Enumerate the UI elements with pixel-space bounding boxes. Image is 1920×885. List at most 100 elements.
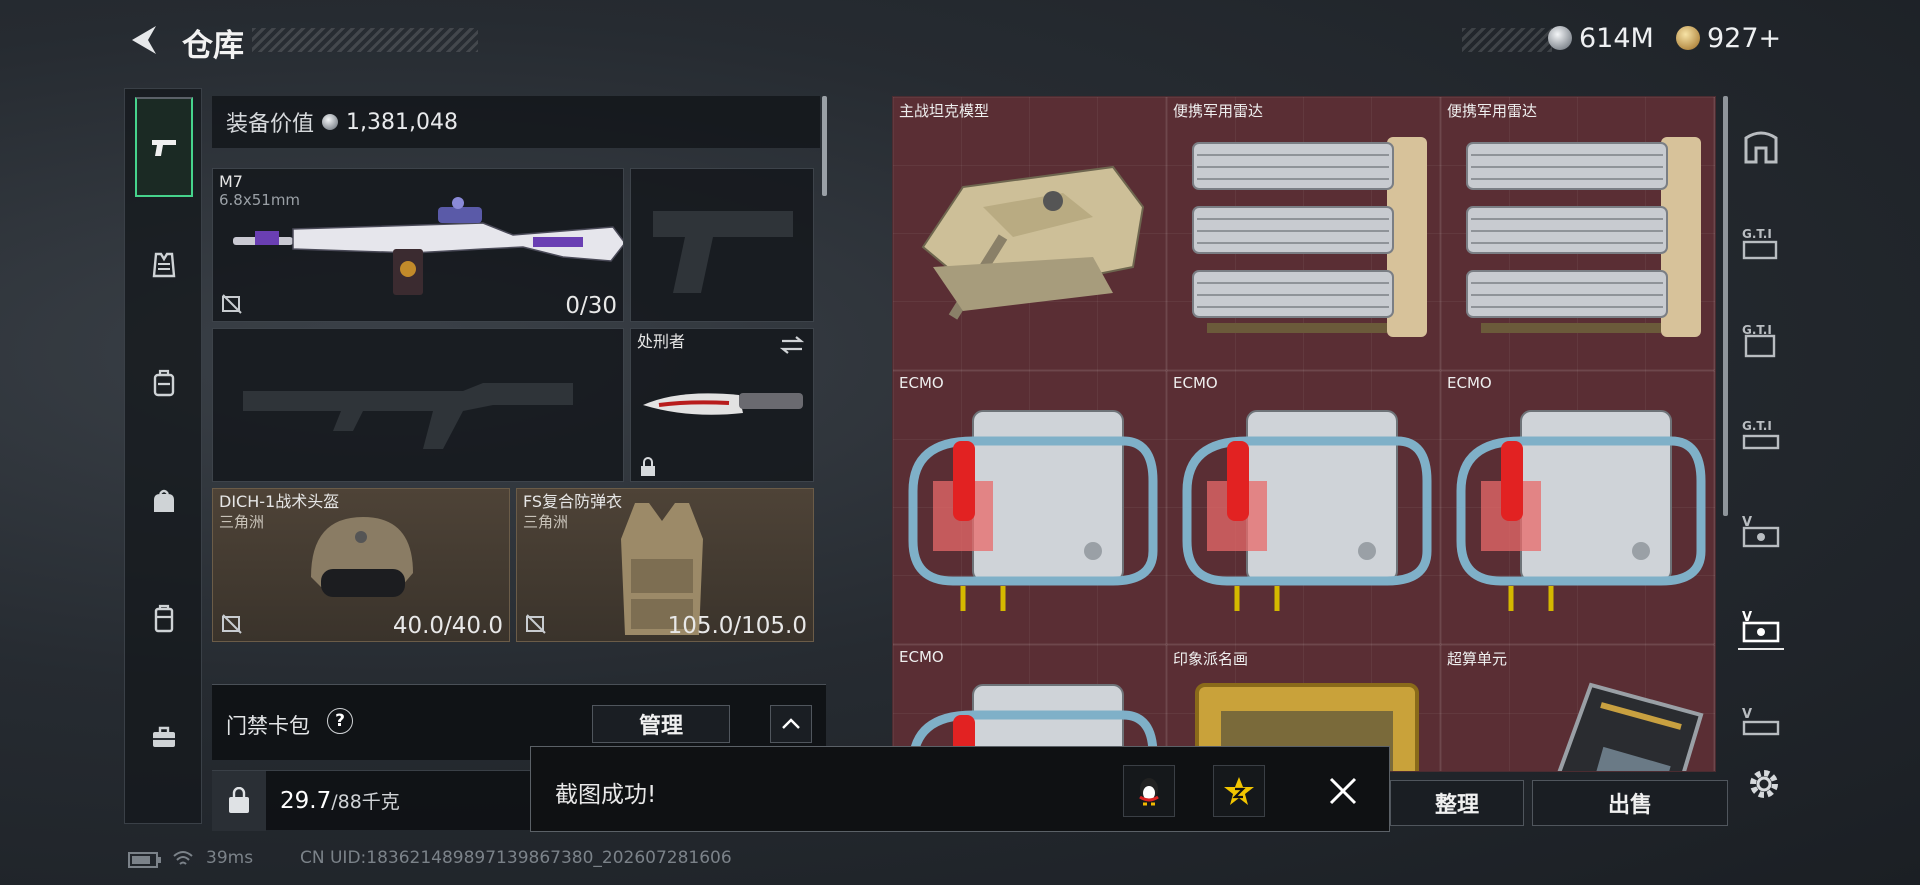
helmet-durability: 40.0/40.0 — [392, 613, 503, 639]
item-name: ECMO — [899, 648, 944, 666]
share-qq-button[interactable] — [1123, 765, 1175, 817]
silver-amount: 614M — [1579, 22, 1654, 54]
safe-icon — [1744, 131, 1778, 164]
ecmo-image — [908, 410, 1158, 611]
gold-amount: 927+ — [1707, 22, 1782, 54]
ping-value: 39ms — [206, 848, 254, 868]
armor-faction: 三角洲 — [523, 513, 569, 531]
melee-name: 处刑者 — [637, 332, 686, 351]
title-decoration — [252, 28, 478, 52]
equipment-value: 1,381,048 — [346, 109, 458, 135]
weight-lock-button[interactable] — [212, 771, 266, 831]
swap-icon[interactable] — [779, 335, 805, 355]
helmet-slot[interactable]: DICH-1战术头盔 三角洲 40.0/40.0 — [212, 488, 510, 642]
no-insurance-icon — [526, 614, 546, 634]
storage-tab-nav: G.T.I G.T.I G.T.I V V V — [1728, 96, 1792, 736]
weight-value: 29.7/88千克 — [280, 787, 400, 814]
user-uid: CN UID:1836214898971398673​80_2026072816… — [300, 848, 732, 868]
toolbox-icon — [153, 726, 175, 747]
pistol-silhouette-icon — [653, 211, 793, 293]
case-icon — [154, 604, 174, 633]
weight-current: 29.7 — [280, 788, 332, 814]
storage-item[interactable]: ECMO — [893, 371, 1167, 645]
currency-decoration — [1462, 28, 1552, 52]
penguin-icon — [1139, 778, 1159, 806]
sort-button[interactable]: 整理 — [1390, 780, 1524, 826]
armor-durability: 105.0/105.0 — [667, 613, 807, 639]
storage-item[interactable]: 便携军用雷达 — [1167, 97, 1441, 371]
knife-image — [643, 393, 803, 415]
item-name: ECMO — [899, 374, 944, 392]
tab-all-storage[interactable] — [1738, 124, 1784, 170]
silver-coin-icon — [1548, 26, 1572, 50]
tab-expansion-1[interactable]: G.T.I — [1738, 220, 1784, 266]
item-name: 便携军用雷达 — [1173, 102, 1264, 120]
pouch-icon — [154, 489, 174, 512]
gold-currency[interactable]: 927+ — [1676, 20, 1781, 56]
close-icon[interactable] — [1327, 775, 1359, 807]
silver-currency[interactable]: 614M — [1548, 20, 1654, 56]
nav-pouch[interactable] — [135, 451, 193, 551]
item-name: 超算单元 — [1447, 650, 1508, 668]
storage-item[interactable]: 便携军用雷达 — [1441, 97, 1715, 371]
gear-icon[interactable] — [1746, 766, 1782, 802]
pistol-icon — [152, 140, 176, 156]
nav-armor[interactable] — [135, 215, 193, 315]
tab-expansion-6[interactable]: V — [1738, 700, 1784, 746]
nav-weapons[interactable] — [135, 97, 193, 197]
tab-expansion-2[interactable]: G.T.I — [1738, 316, 1784, 362]
armor-name: FS复合防弹衣 — [523, 492, 623, 511]
nav-backpack[interactable] — [135, 333, 193, 433]
no-insurance-icon — [222, 294, 242, 314]
item-name: ECMO — [1447, 374, 1492, 392]
manage-button[interactable]: 管理 — [592, 705, 730, 743]
left-category-nav — [124, 88, 202, 824]
helmet-faction: 三角洲 — [219, 513, 265, 531]
storage-item[interactable]: 超算单元 — [1441, 645, 1715, 771]
battery-icon — [128, 852, 161, 868]
back-arrow-icon[interactable] — [126, 22, 162, 58]
secondary-weapon-slot[interactable] — [212, 328, 624, 482]
access-card-label: 门禁卡包 — [226, 714, 310, 738]
expansion-box-icon: V — [1742, 515, 1780, 548]
tab-expansion-5[interactable]: V — [1738, 604, 1784, 650]
radar-image — [1192, 137, 1427, 337]
rifle-silhouette-icon — [243, 383, 573, 449]
help-icon[interactable]: ? — [327, 708, 353, 734]
tab-expansion-3[interactable]: G.T.I — [1738, 412, 1784, 458]
share-qzone-button[interactable] — [1213, 765, 1265, 817]
wifi-icon — [173, 851, 193, 865]
chevron-up-icon — [782, 718, 800, 729]
screenshot-toast: 截图成功! — [530, 746, 1390, 832]
gold-coin-icon — [1676, 26, 1700, 50]
equipment-scrollbar[interactable] — [822, 96, 827, 196]
radar-image — [1466, 137, 1701, 337]
item-name: 便携军用雷达 — [1447, 102, 1538, 120]
svg-text:V: V — [1742, 707, 1752, 722]
primary-weapon-slot[interactable]: M7 6.8x51mm 0/30 — [212, 168, 624, 322]
item-name: 主战坦克模型 — [899, 102, 990, 120]
tab-expansion-4[interactable]: V — [1738, 508, 1784, 554]
pistol-slot[interactable] — [630, 168, 814, 322]
svg-text:G.T.I: G.T.I — [1742, 227, 1772, 241]
backpack-icon — [153, 369, 175, 397]
collapse-button[interactable] — [770, 705, 812, 743]
ecmo-image — [1182, 410, 1432, 611]
storage-item[interactable]: ECMO — [1441, 371, 1715, 645]
nav-toolbox[interactable] — [135, 687, 193, 787]
lock-icon — [641, 457, 655, 476]
svg-text:G.T.I: G.T.I — [1742, 419, 1772, 433]
storage-item[interactable]: ECMO — [1167, 371, 1441, 645]
weight-max: /88千克 — [331, 791, 400, 813]
helmet-image — [311, 517, 413, 597]
storage-item[interactable]: 主战坦克模型 — [893, 97, 1167, 371]
ecmo-image — [1456, 410, 1706, 611]
vest-icon — [152, 252, 176, 278]
melee-slot[interactable]: 处刑者 — [630, 328, 814, 482]
sell-button[interactable]: 出售 — [1532, 780, 1728, 826]
page-title: 仓库 — [182, 28, 244, 64]
weight-icon — [229, 787, 249, 813]
nav-container[interactable] — [135, 569, 193, 669]
armor-slot[interactable]: FS复合防弹衣 三角洲 105.0/105.0 — [516, 488, 814, 642]
rifle-image — [233, 197, 623, 295]
